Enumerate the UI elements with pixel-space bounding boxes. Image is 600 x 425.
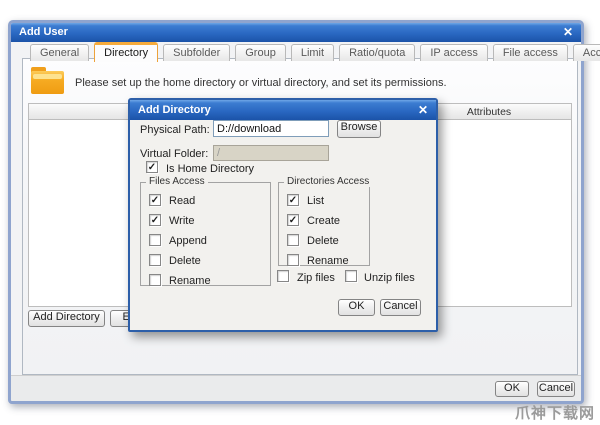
directories-access-row: Delete xyxy=(279,234,369,248)
folder-icon xyxy=(31,67,64,94)
files-access-group: Files Access ✓ Read ✓ Write Append Delet… xyxy=(140,182,271,286)
unzip-files-checkbox[interactable] xyxy=(345,270,357,282)
directories-access-row: ✓ List xyxy=(279,194,369,208)
create-checkbox[interactable]: ✓ xyxy=(287,214,299,226)
tab-ip-access[interactable]: IP access xyxy=(420,44,488,61)
write-checkbox[interactable]: ✓ xyxy=(149,214,161,226)
cancel-button[interactable]: Cancel xyxy=(537,381,575,397)
list-checkbox[interactable]: ✓ xyxy=(287,194,299,206)
physical-path-label: Physical Path: xyxy=(140,124,210,136)
is-home-directory-label: Is Home Directory xyxy=(166,163,254,175)
browse-button[interactable]: Browse xyxy=(337,120,381,138)
window-titlebar: Add User ✕ xyxy=(11,23,581,42)
directories-access-row: ✓ Create xyxy=(279,214,369,228)
files-access-row: ✓ Read xyxy=(141,194,270,208)
virtual-folder-input xyxy=(213,145,329,161)
modal-cancel-button[interactable]: Cancel xyxy=(380,299,421,316)
files-access-row: Append xyxy=(141,234,270,248)
read-label: Read xyxy=(169,195,195,207)
files-access-row: Rename xyxy=(141,274,270,288)
tab-general[interactable]: General xyxy=(30,44,89,61)
watermark-text: 爪神下载网 xyxy=(515,402,595,423)
zip-files-checkbox[interactable] xyxy=(277,270,289,282)
delete-files-checkbox[interactable] xyxy=(149,254,161,266)
tab-limit[interactable]: Limit xyxy=(291,44,334,61)
append-checkbox[interactable] xyxy=(149,234,161,246)
close-icon[interactable]: ✕ xyxy=(563,25,573,39)
tab-bar: General Directory Subfolder Group Limit … xyxy=(30,41,600,61)
create-label: Create xyxy=(307,215,340,227)
tab-group[interactable]: Group xyxy=(235,44,286,61)
zip-files-label: Zip files xyxy=(297,272,335,284)
page: Add User ✕ General Directory Subfolder G… xyxy=(0,0,600,425)
window-title: Add User xyxy=(19,26,68,38)
tab-subfolder[interactable]: Subfolder xyxy=(163,44,230,61)
directories-access-legend: Directories Access xyxy=(284,176,372,187)
virtual-folder-label: Virtual Folder: xyxy=(140,148,208,160)
tab-ratio-quota[interactable]: Ratio/quota xyxy=(339,44,415,61)
directories-access-group: Directories Access ✓ List ✓ Create Delet… xyxy=(278,182,370,266)
tab-access-time[interactable]: Access time xyxy=(573,44,600,61)
add-directory-modal: Add Directory ✕ Physical Path: Browse Vi… xyxy=(128,98,438,332)
modal-ok-button[interactable]: OK xyxy=(338,299,375,316)
read-checkbox[interactable]: ✓ xyxy=(149,194,161,206)
tab-directory[interactable]: Directory xyxy=(94,42,158,62)
modal-titlebar: Add Directory ✕ xyxy=(130,100,436,120)
files-access-row: ✓ Write xyxy=(141,214,270,228)
list-label: List xyxy=(307,195,324,207)
modal-close-icon[interactable]: ✕ xyxy=(418,103,428,117)
physical-path-input[interactable] xyxy=(213,120,329,137)
modal-title: Add Directory xyxy=(138,104,211,116)
is-home-directory-checkbox[interactable]: ✓ xyxy=(146,161,158,173)
write-label: Write xyxy=(169,215,194,227)
delete-dirs-checkbox[interactable] xyxy=(287,234,299,246)
window-footer: OK Cancel xyxy=(11,375,581,401)
add-directory-button[interactable]: Add Directory xyxy=(28,310,105,327)
directories-access-row: Rename xyxy=(279,254,369,268)
folder-icon-part xyxy=(33,74,62,79)
column-header-attributes[interactable]: Attributes xyxy=(429,106,549,118)
files-access-row: Delete xyxy=(141,254,270,268)
rename-files-checkbox[interactable] xyxy=(149,274,161,286)
append-label: Append xyxy=(169,235,207,247)
rename-dirs-label: Rename xyxy=(307,255,349,267)
unzip-files-label: Unzip files xyxy=(364,272,415,284)
rename-dirs-checkbox[interactable] xyxy=(287,254,299,266)
delete-dirs-label: Delete xyxy=(307,235,339,247)
files-access-legend: Files Access xyxy=(146,176,208,187)
delete-files-label: Delete xyxy=(169,255,201,267)
tab-file-access[interactable]: File access xyxy=(493,44,568,61)
instruction-text: Please set up the home directory or virt… xyxy=(75,77,447,89)
ok-button[interactable]: OK xyxy=(495,381,529,397)
rename-files-label: Rename xyxy=(169,275,211,287)
